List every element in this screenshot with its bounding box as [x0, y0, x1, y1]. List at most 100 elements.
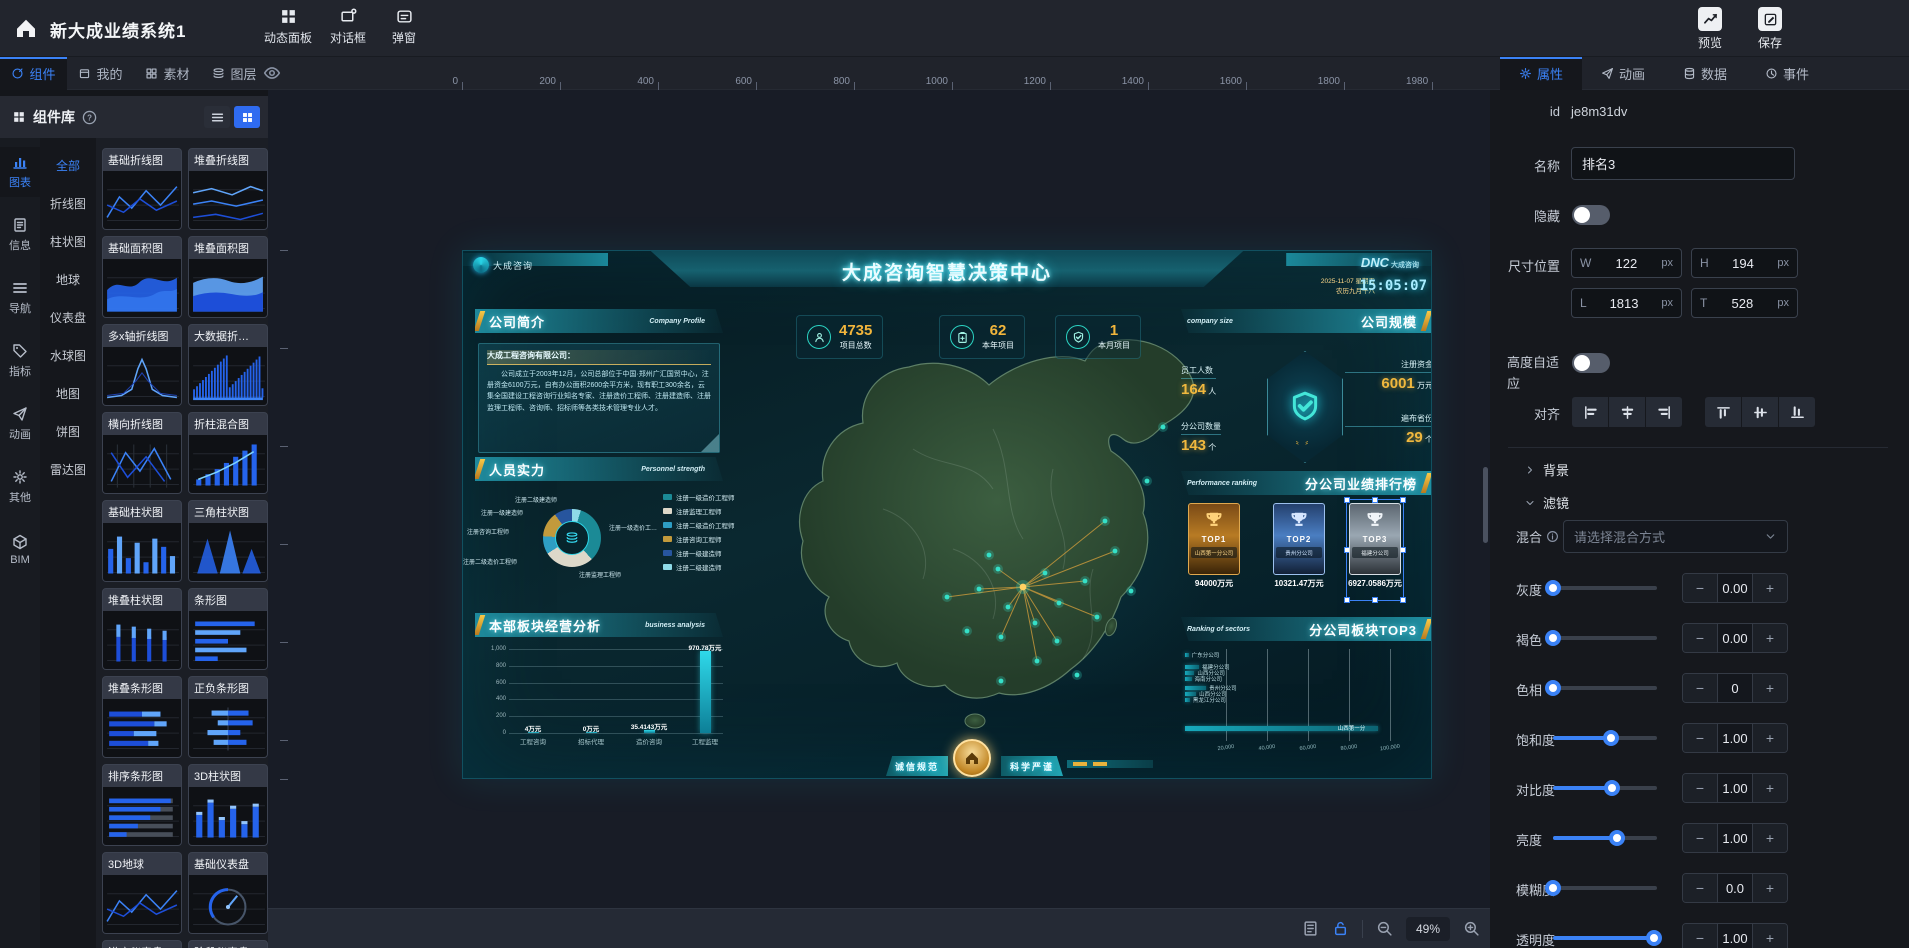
- category-指标[interactable]: 指标: [0, 336, 40, 386]
- component-card-3D柱状图[interactable]: 3D柱状图: [188, 764, 268, 846]
- topbar-action-1[interactable]: 动态面板: [256, 8, 320, 46]
- component-card-条形图[interactable]: 条形图: [188, 588, 268, 670]
- component-card-基础折线图[interactable]: 基础折线图: [102, 148, 182, 230]
- button-align-middle[interactable]: [1742, 397, 1778, 427]
- component-card-堆叠条形图[interactable]: 堆叠条形图: [102, 676, 182, 758]
- blend-select[interactable]: 请选择混合方式: [1563, 520, 1788, 553]
- increment-button[interactable]: +: [1753, 774, 1787, 802]
- component-card-堆叠折线图[interactable]: 堆叠折线图: [188, 148, 268, 230]
- top-input[interactable]: T528px: [1691, 288, 1798, 318]
- inspector-tab-事件[interactable]: 事件: [1746, 57, 1828, 90]
- grid-view-button[interactable]: [234, 106, 260, 128]
- subcategory-全部[interactable]: 全部: [40, 146, 96, 184]
- filter-slider-透明度[interactable]: [1553, 936, 1657, 940]
- filter-slider-模糊度[interactable]: [1553, 886, 1657, 890]
- filter-slider-饱和度[interactable]: [1553, 736, 1657, 740]
- slider-thumb[interactable]: [1603, 730, 1619, 746]
- increment-button[interactable]: +: [1753, 874, 1787, 902]
- eye-icon[interactable]: [263, 64, 281, 82]
- left-tab-组件[interactable]: 组件: [0, 57, 67, 90]
- inspector-tab-数据[interactable]: 数据: [1664, 57, 1746, 90]
- subcategory-柱状图[interactable]: 柱状图: [40, 222, 96, 260]
- category-信息[interactable]: 信息: [0, 210, 40, 260]
- decrement-button[interactable]: −: [1683, 674, 1717, 702]
- category-导航[interactable]: 导航: [0, 273, 40, 323]
- selection-handle[interactable]: [1344, 497, 1350, 503]
- ranking-card-TOP2[interactable]: TOP2贵州分公司: [1273, 503, 1325, 575]
- decrement-button[interactable]: −: [1683, 924, 1717, 948]
- list-view-button[interactable]: [204, 106, 230, 128]
- subcategory-地图[interactable]: 地图: [40, 374, 96, 412]
- slider-thumb[interactable]: [1545, 880, 1561, 896]
- component-card-多x轴折线图[interactable]: 多x轴折线图: [102, 324, 182, 406]
- decrement-button[interactable]: −: [1683, 724, 1717, 752]
- increment-button[interactable]: +: [1753, 674, 1787, 702]
- subcategory-折线图[interactable]: 折线图: [40, 184, 96, 222]
- hide-toggle[interactable]: [1572, 205, 1610, 225]
- category-图表[interactable]: 图表: [0, 147, 40, 197]
- component-card-正负条形图[interactable]: 正负条形图: [188, 676, 268, 758]
- left-tab-我的[interactable]: 我的: [67, 57, 134, 90]
- component-card-堆叠柱状图[interactable]: 堆叠柱状图: [102, 588, 182, 670]
- filter-slider-对比度[interactable]: [1553, 786, 1657, 790]
- decrement-button[interactable]: −: [1683, 624, 1717, 652]
- decrement-button[interactable]: −: [1683, 824, 1717, 852]
- inspector-tab-属性[interactable]: 属性: [1500, 57, 1582, 90]
- component-card-进度仪表盘[interactable]: 进度仪表盘: [102, 940, 182, 948]
- help-icon[interactable]: ?: [82, 110, 97, 125]
- component-card-基础柱状图[interactable]: 基础柱状图: [102, 500, 182, 582]
- inspector-tab-动画[interactable]: 动画: [1582, 57, 1664, 90]
- section-background[interactable]: 背景: [1524, 460, 1569, 479]
- category-BIM[interactable]: BIM: [0, 525, 40, 575]
- decrement-button[interactable]: −: [1683, 574, 1717, 602]
- slider-thumb[interactable]: [1545, 680, 1561, 696]
- selection-handle[interactable]: [1400, 497, 1406, 503]
- home-icon[interactable]: [14, 16, 38, 40]
- topbar-action-3[interactable]: 弹窗: [372, 8, 436, 46]
- filter-slider-灰度[interactable]: [1553, 586, 1657, 590]
- left-tab-素材[interactable]: 素材: [134, 57, 201, 90]
- filter-slider-褐色[interactable]: [1553, 636, 1657, 640]
- ranking-card-TOP1[interactable]: TOP1山西第一分公司: [1188, 503, 1240, 575]
- component-card-基础仪表盘[interactable]: 基础仪表盘: [188, 852, 268, 934]
- increment-button[interactable]: +: [1753, 624, 1787, 652]
- name-input[interactable]: 排名3: [1571, 147, 1795, 180]
- subcategory-雷达图[interactable]: 雷达图: [40, 450, 96, 488]
- zoom-in-icon[interactable]: [1463, 920, 1480, 937]
- subcategory-地球[interactable]: 地球: [40, 260, 96, 298]
- unlock-icon[interactable]: [1332, 920, 1349, 937]
- increment-button[interactable]: +: [1753, 924, 1787, 948]
- component-card-三角柱状图[interactable]: 三角柱状图: [188, 500, 268, 582]
- component-card-排序条形图[interactable]: 排序条形图: [102, 764, 182, 846]
- selection-handle[interactable]: [1372, 597, 1378, 603]
- decrement-button[interactable]: −: [1683, 874, 1717, 902]
- subcategory-仪表盘[interactable]: 仪表盘: [40, 298, 96, 336]
- save-button[interactable]: 保存: [1742, 7, 1798, 51]
- height-input[interactable]: H194px: [1691, 248, 1798, 278]
- increment-button[interactable]: +: [1753, 824, 1787, 852]
- selection-handle[interactable]: [1344, 597, 1350, 603]
- outline-icon[interactable]: [1302, 920, 1319, 937]
- zoom-level[interactable]: 49%: [1406, 917, 1450, 941]
- button-align-left[interactable]: [1572, 397, 1608, 427]
- slider-thumb[interactable]: [1545, 630, 1561, 646]
- editor-canvas[interactable]: 020040060080010001080 大成咨询智慧决策中心 大成咨询 DN…: [268, 90, 1490, 948]
- ranking-card-TOP3[interactable]: TOP3福建分公司: [1349, 503, 1401, 575]
- slider-thumb[interactable]: [1545, 580, 1561, 596]
- width-input[interactable]: W122px: [1571, 248, 1682, 278]
- section-filter[interactable]: 滤镜: [1524, 493, 1569, 512]
- component-card-横向折线图[interactable]: 横向折线图: [102, 412, 182, 494]
- filter-slider-亮度[interactable]: [1553, 836, 1657, 840]
- component-card-堆叠面积图[interactable]: 堆叠面积图: [188, 236, 268, 318]
- button-align-top[interactable]: [1705, 397, 1741, 427]
- dashboard-preview[interactable]: 大成咨询智慧决策中心 大成咨询 DNC大成咨询 2025-11-07 星期五 农…: [462, 250, 1432, 779]
- increment-button[interactable]: +: [1753, 724, 1787, 752]
- subcategory-饼图[interactable]: 饼图: [40, 412, 96, 450]
- slider-thumb[interactable]: [1609, 830, 1625, 846]
- button-align-bottom[interactable]: [1779, 397, 1815, 427]
- filter-slider-色相[interactable]: [1553, 686, 1657, 690]
- selection-handle[interactable]: [1400, 597, 1406, 603]
- component-card-大数据折…[interactable]: 大数据折…: [188, 324, 268, 406]
- component-card-基础面积图[interactable]: 基础面积图: [102, 236, 182, 318]
- decrement-button[interactable]: −: [1683, 774, 1717, 802]
